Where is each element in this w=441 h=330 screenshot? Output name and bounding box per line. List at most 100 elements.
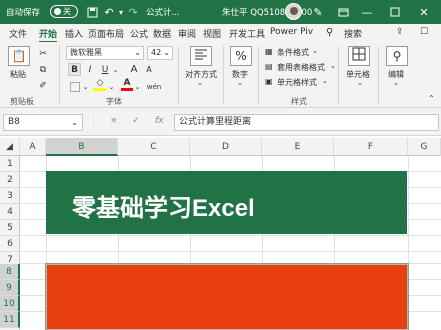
divider — [338, 46, 339, 104]
font-name-select[interactable]: 微软雅黑 ⌄ — [66, 46, 144, 60]
tab-insert[interactable]: 插入 — [65, 27, 83, 40]
formula-bar: B8 ⌄ ⋮ × ✓ fx 公式计算里程距离 — [0, 108, 441, 136]
underline-button[interactable]: U — [99, 63, 111, 76]
tab-page-layout[interactable]: 页面布局 — [88, 27, 124, 40]
save-icon[interactable] — [86, 4, 98, 20]
find-icon[interactable]: ⚲ — [386, 46, 408, 66]
cell-styles-button[interactable]: 单元格样式 — [277, 77, 317, 88]
enter-icon[interactable]: ✓ — [132, 116, 140, 126]
grow-font-button[interactable]: A — [128, 63, 140, 76]
cell-styles-icon[interactable]: ▣ — [265, 77, 273, 86]
column-header-c[interactable]: C — [118, 138, 190, 156]
formula-input[interactable]: 公式计算里程距离 — [174, 114, 439, 131]
tab-formulas[interactable]: 公式 — [130, 27, 148, 40]
select-all-corner[interactable]: ◢ — [0, 138, 20, 156]
row-header-9[interactable]: 9 — [0, 280, 20, 296]
row-header-4[interactable]: 4 — [0, 204, 20, 220]
tab-home[interactable]: 开始 — [39, 27, 58, 43]
undo-dropdown-icon[interactable]: ▾ — [117, 4, 125, 20]
paste-icon[interactable]: 📋 — [8, 46, 30, 66]
divider — [223, 46, 224, 104]
tab-data[interactable]: 数据 — [153, 27, 171, 40]
row-header-3[interactable]: 3 — [0, 188, 20, 204]
tab-file[interactable]: 文件 — [9, 27, 27, 40]
tab-power-pivot[interactable]: Power Piv — [270, 27, 313, 37]
percent-icon[interactable]: % — [230, 46, 252, 66]
column-header-a[interactable]: A — [20, 138, 46, 156]
row-header-10[interactable]: 10 — [0, 296, 20, 312]
format-as-table-button[interactable]: 套用表格格式 — [277, 62, 325, 73]
tab-review[interactable]: 审阅 — [178, 27, 196, 40]
chevron-down-icon[interactable]: ⌄ — [393, 79, 399, 87]
ribbon: 📋 粘贴 ✂ ⧉ ✐ 剪贴板 微软雅黑 ⌄ 42 ⌄ B I U ⌄ A A ⌄… — [0, 42, 441, 108]
name-box[interactable]: B8 ⌄ — [3, 114, 83, 131]
document-name: 公式计... — [146, 8, 180, 18]
row-header-11[interactable]: 11 — [0, 312, 20, 328]
tab-developer[interactable]: 开发工具 — [229, 27, 265, 40]
autosave-state: 关 — [63, 7, 71, 16]
formula-value: 公式计算里程距离 — [179, 117, 252, 127]
format-as-table-icon[interactable]: ▤ — [265, 62, 273, 71]
redo-icon[interactable]: ↷ — [127, 4, 139, 20]
selected-cell-b8[interactable] — [45, 263, 409, 330]
phonetic-button[interactable]: wén — [145, 80, 163, 93]
chevron-down-icon[interactable]: ⌄ — [134, 80, 141, 93]
column-header-e[interactable]: E — [262, 138, 334, 156]
row-header-8[interactable]: 8 — [0, 264, 20, 280]
row-header-6[interactable]: 6 — [0, 236, 20, 252]
chevron-down-icon[interactable]: ⌄ — [357, 79, 363, 87]
chevron-down-icon[interactable]: ⌄ — [237, 79, 243, 87]
collapse-ribbon-icon[interactable]: ⌃ — [428, 94, 435, 103]
close-icon[interactable]: ✕ — [417, 4, 431, 20]
grid-line — [20, 251, 441, 252]
cut-icon[interactable]: ✂ — [36, 48, 50, 60]
italic-button[interactable]: I — [84, 63, 96, 76]
row-header-1[interactable]: 1 — [0, 156, 20, 172]
chevron-down-icon[interactable]: ⌄ — [312, 47, 318, 55]
comments-icon[interactable]: ☐ — [420, 27, 428, 37]
alignment-icon[interactable] — [190, 46, 212, 66]
chevron-down-icon[interactable]: ⌄ — [197, 79, 203, 87]
styles-group-label: 样式 — [291, 97, 307, 106]
chevron-down-icon[interactable]: ⌄ — [322, 77, 328, 85]
fill-color-icon[interactable]: ◇ — [93, 78, 107, 91]
banner-title: 零基础学习Excel — [72, 195, 255, 222]
chevron-down-icon[interactable]: ⌄ — [82, 80, 89, 93]
font-color-button[interactable]: A — [121, 78, 133, 91]
font-size-select[interactable]: 42 ⌄ — [147, 46, 173, 60]
paste-label[interactable]: 粘贴 — [10, 69, 26, 80]
chevron-down-icon[interactable]: ⌄ — [112, 63, 119, 76]
column-header-d[interactable]: D — [190, 138, 262, 156]
shrink-font-button[interactable]: A — [143, 63, 155, 76]
column-header-f[interactable]: F — [334, 138, 408, 156]
conditional-format-icon[interactable]: ▦ — [265, 47, 273, 56]
column-header-g[interactable]: G — [408, 138, 441, 156]
share-icon[interactable]: ⇪ — [396, 27, 404, 37]
conditional-format-button[interactable]: 条件格式 — [277, 47, 309, 58]
ribbon-display-icon[interactable] — [336, 4, 350, 20]
pen-icon[interactable]: ✎ — [311, 4, 325, 20]
borders-icon[interactable] — [68, 80, 81, 93]
autosave-toggle[interactable]: 关 — [50, 5, 78, 18]
avatar[interactable] — [285, 3, 302, 20]
divider — [258, 46, 259, 104]
ribbon-tabs: 文件 开始 插入 页面布局 公式 数据 审阅 视图 开发工具 Power Piv… — [0, 24, 441, 43]
maximize-icon[interactable] — [388, 4, 402, 20]
minimize-icon[interactable]: — — [360, 4, 374, 20]
column-header-b[interactable]: B — [46, 138, 118, 156]
row-header-5[interactable]: 5 — [0, 220, 20, 236]
tab-view[interactable]: 视图 — [203, 27, 221, 40]
search-label[interactable]: 搜索 — [344, 27, 362, 40]
format-painter-icon[interactable]: ✐ — [36, 80, 50, 92]
bold-button[interactable]: B — [68, 63, 81, 76]
cells-icon[interactable] — [348, 46, 370, 66]
cancel-icon[interactable]: × — [110, 116, 118, 126]
undo-icon[interactable]: ↶ — [103, 4, 115, 20]
chevron-down-icon[interactable]: ⌄ — [108, 80, 115, 93]
row-header-2[interactable]: 2 — [0, 172, 20, 188]
insert-function-icon[interactable]: fx — [155, 116, 164, 126]
title-banner[interactable]: 零基础学习Excel — [46, 171, 407, 234]
copy-icon[interactable]: ⧉ — [36, 64, 50, 76]
chevron-down-icon[interactable]: ⌄ — [330, 62, 336, 70]
search-icon[interactable]: ⚲ — [326, 27, 333, 38]
